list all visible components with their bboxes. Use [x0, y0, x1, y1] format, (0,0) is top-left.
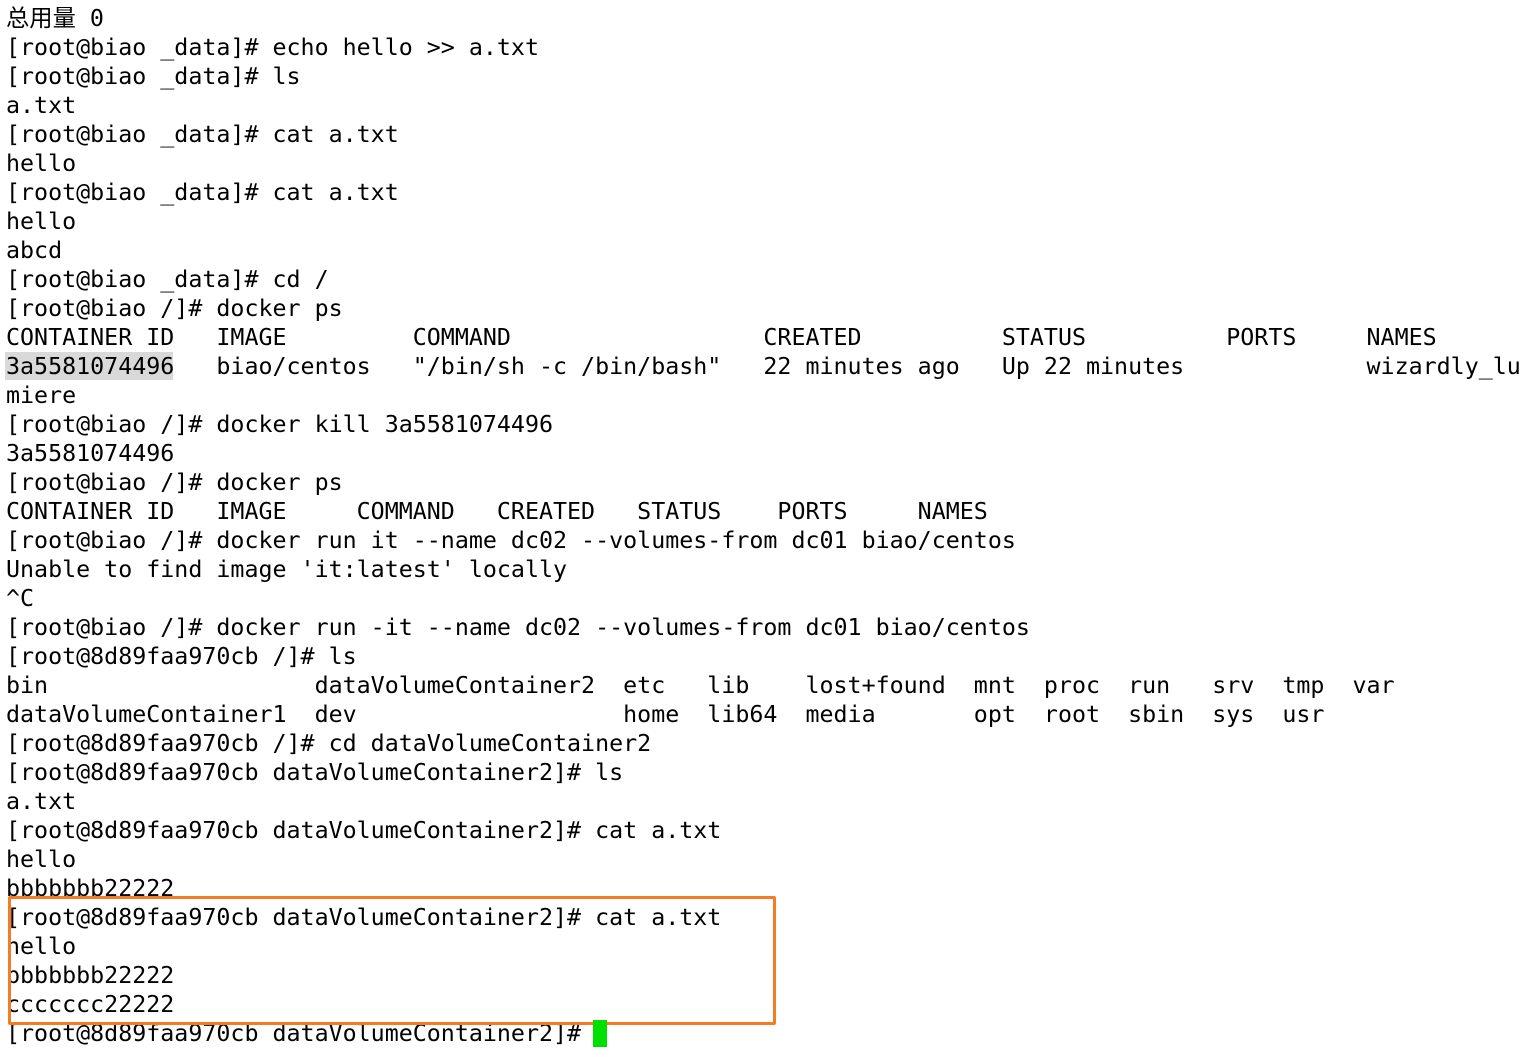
terminal-line: [root@biao /]# docker ps — [6, 469, 343, 496]
annotation-box — [8, 896, 776, 1025]
terminal-line: hello — [6, 846, 77, 873]
terminal-line: bin dataVolumeContainer2 etc lib lost+fo… — [6, 672, 1395, 699]
terminal-line: [root@biao /]# docker ps — [6, 295, 343, 322]
terminal-line: [root@8d89faa970cb dataVolumeContainer2]… — [6, 759, 624, 786]
terminal-line: abcd — [6, 237, 63, 264]
terminal-line: [root@8d89faa970cb dataVolumeContainer2]… — [6, 817, 722, 844]
terminal-line: CONTAINER ID IMAGE COMMAND CREATED STATU… — [6, 324, 1437, 351]
terminal-line: [root@biao _data]# cat a.txt — [6, 121, 399, 148]
terminal-line: [root@biao _data]# cat a.txt — [6, 179, 399, 206]
terminal-line: hello — [6, 150, 77, 177]
terminal-line: Unable to find image 'it:latest' locally — [6, 556, 568, 583]
terminal-line: [root@biao /]# docker kill 3a5581074496 — [6, 411, 554, 438]
terminal-line: [root@biao _data]# ls — [6, 63, 301, 90]
terminal-line: ^C — [6, 585, 35, 612]
terminal-line: 3a5581074496 biao/centos "/bin/sh -c /bi… — [6, 353, 1521, 380]
terminal-line: 3a5581074496 — [6, 440, 175, 467]
terminal-cursor — [593, 1020, 607, 1047]
terminal-line: [root@biao /]# docker run it --name dc02… — [6, 527, 1016, 554]
terminal-line: [root@8d89faa970cb /]# ls — [6, 643, 357, 670]
terminal-line: [root@biao _data]# cd / — [6, 266, 329, 293]
terminal-line: 总用量 0 — [6, 5, 104, 32]
terminal-line: [root@biao /]# docker run -it --name dc0… — [6, 614, 1030, 641]
terminal-output[interactable]: 总用量 0 [root@biao _data]# echo hello >> a.… — [6, 4, 1521, 1048]
terminal-line: CONTAINER ID IMAGE COMMAND CREATED STATU… — [6, 498, 988, 525]
terminal-line: dataVolumeContainer1 dev home lib64 medi… — [6, 701, 1325, 728]
terminal-line: [root@8d89faa970cb /]# cd dataVolumeCont… — [6, 730, 652, 757]
terminal-line: miere — [6, 382, 77, 409]
terminal-line: a.txt — [6, 788, 77, 815]
terminal-line: [root@biao _data]# echo hello >> a.txt — [6, 34, 539, 61]
terminal-line: hello — [6, 208, 77, 235]
terminal-line: a.txt — [6, 92, 77, 119]
